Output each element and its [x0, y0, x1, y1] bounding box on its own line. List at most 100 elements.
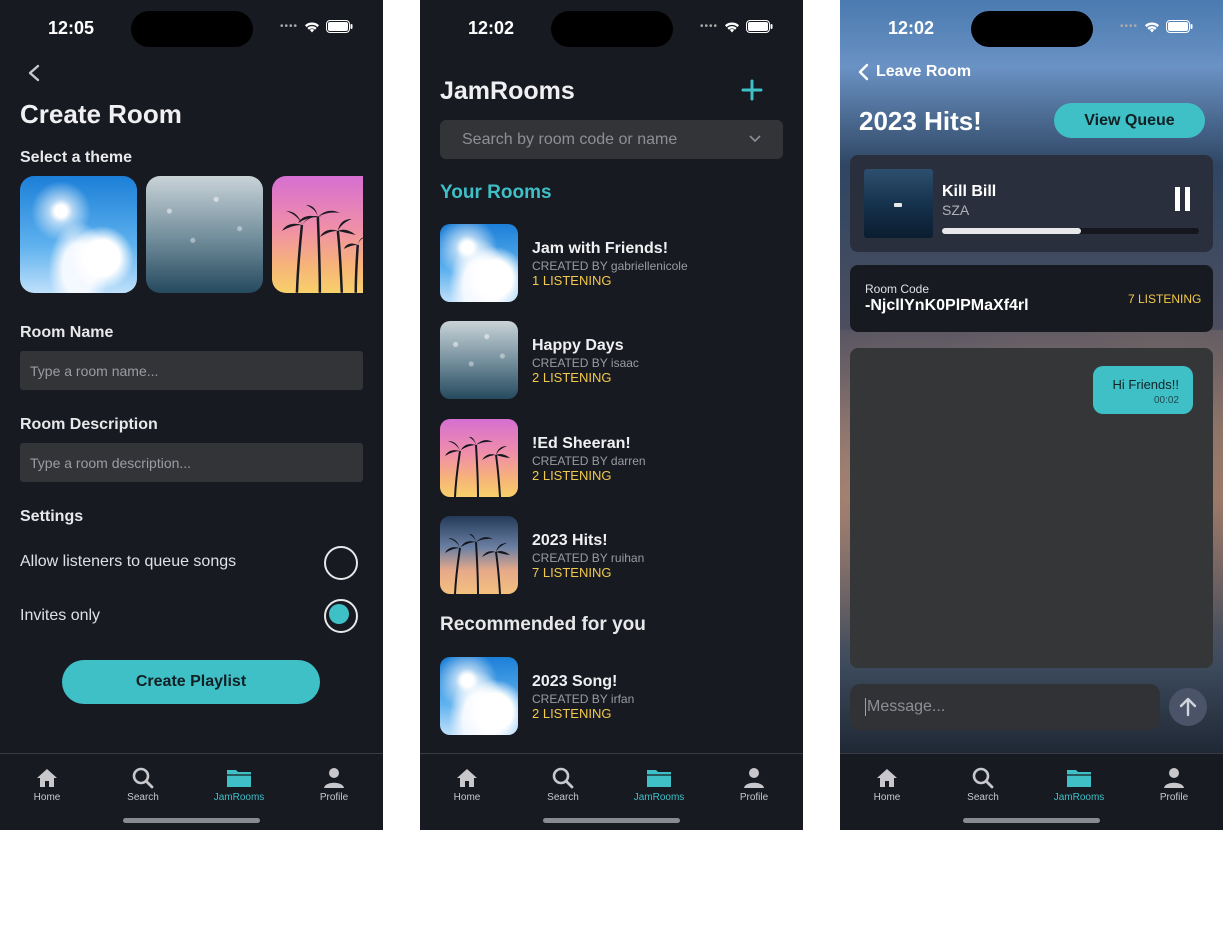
back-chevron-icon — [858, 63, 869, 81]
room-description-input[interactable]: Type a room description... — [20, 443, 363, 482]
leave-room-label: Leave Room — [876, 63, 972, 80]
invites-setting-toggle[interactable] — [324, 599, 358, 633]
tab-search[interactable]: Search — [108, 766, 178, 803]
search-icon — [108, 766, 178, 790]
status-icons: •••• — [1120, 20, 1193, 33]
room-name: 2023 Hits! — [532, 531, 608, 549]
dynamic-island — [971, 11, 1093, 47]
back-chevron-icon[interactable] — [27, 64, 41, 82]
room-listening-count: 1 LISTENING — [532, 273, 612, 288]
room-creator: CREATED BY isaac — [532, 356, 639, 371]
your-room-item[interactable]: Happy Days CREATED BY isaac 2 LISTENING — [440, 321, 770, 401]
battery-icon — [746, 20, 773, 33]
room-title: 2023 Hits! — [859, 106, 982, 136]
page-title: JamRooms — [440, 77, 575, 105]
progress-fill — [942, 228, 1081, 234]
room-listening-count: 2 LISTENING — [532, 706, 612, 721]
room-listening-count: 2 LISTENING — [532, 467, 612, 483]
leave-room-button[interactable]: Leave Room — [857, 63, 971, 81]
add-room-plus-icon[interactable] — [741, 79, 763, 101]
room-name-label: Room Name — [20, 324, 114, 341]
view-queue-button[interactable]: View Queue — [1054, 103, 1205, 138]
room-thumbnail — [440, 321, 518, 400]
tab-label: Home — [33, 792, 61, 803]
chat-panel: Hi Friends!! 00:02 — [850, 348, 1213, 668]
listening-count: 7 LISTENING — [1128, 292, 1202, 306]
page-title: Create Room — [20, 99, 182, 129]
recommended-room-item[interactable]: 2023 Song! CREATED BY irfan 2 LISTENING — [440, 657, 770, 737]
your-room-item[interactable]: Jam with Friends! CREATED BY gabriellenic… — [440, 224, 770, 304]
chevron-down-icon[interactable] — [749, 135, 761, 143]
tab-jamrooms[interactable]: JamRooms — [204, 766, 274, 803]
room-creator: CREATED BY gabriellenicole — [532, 259, 688, 273]
signal-icon: •••• — [699, 21, 718, 32]
room-thumbnail — [440, 515, 518, 594]
tab-profile[interactable]: Profile — [1139, 766, 1209, 803]
recommended-heading: Recommended for you — [440, 614, 646, 635]
dynamic-island — [131, 11, 253, 47]
pause-icon[interactable] — [1175, 187, 1191, 211]
tab-label: Home — [873, 792, 901, 803]
theme-option-sunset[interactable] — [272, 176, 363, 293]
tab-profile[interactable]: Profile — [299, 766, 369, 803]
now-playing-card: Kill Bill SZA — [850, 155, 1213, 252]
tab-label: Search — [967, 792, 999, 803]
track-title: Kill Bill — [942, 183, 997, 200]
tab-label: Search — [127, 792, 159, 803]
send-arrow-icon — [1179, 697, 1197, 717]
tab-home[interactable]: Home — [852, 766, 922, 803]
chat-message: Hi Friends!! 00:02 — [1093, 366, 1193, 414]
status-time: 12:02 — [468, 18, 515, 38]
tab-search[interactable]: Search — [948, 766, 1018, 803]
text-cursor — [865, 698, 866, 716]
wifi-icon — [1145, 21, 1159, 32]
tab-label: JamRooms — [1053, 792, 1105, 803]
profile-icon — [299, 766, 369, 790]
dynamic-island — [551, 11, 673, 47]
your-room-item[interactable]: !Ed Sheeran! CREATED BY darren 2 LISTENING — [440, 418, 770, 499]
send-button[interactable] — [1169, 688, 1207, 726]
theme-label: Select a theme — [20, 149, 133, 166]
profile-icon — [719, 766, 789, 790]
tab-profile[interactable]: Profile — [719, 766, 789, 803]
battery-icon — [1166, 20, 1193, 33]
home-icon — [432, 766, 502, 790]
room-thumbnail — [440, 657, 518, 735]
jamrooms-screen: 12:02 •••• JamRooms Search by room code … — [420, 0, 803, 830]
signal-icon: •••• — [279, 21, 298, 32]
your-room-item[interactable]: 2023 Hits! CREATED BY ruihan 7 LISTENING — [440, 515, 770, 596]
tab-search[interactable]: Search — [528, 766, 598, 803]
room-creator: CREATED BY irfan — [532, 692, 635, 706]
message-placeholder: Message... — [867, 698, 946, 715]
profile-icon — [1139, 766, 1209, 790]
theme-option-sky[interactable] — [20, 176, 137, 293]
status-time: 12:02 — [888, 18, 935, 38]
tab-label: Profile — [1159, 792, 1189, 803]
track-artist: SZA — [942, 202, 970, 218]
message-time: 00:02 — [1153, 395, 1179, 406]
room-search-input[interactable]: Search by room code or name — [440, 120, 783, 159]
theme-option-rain[interactable] — [146, 176, 263, 293]
room-description-label: Room Description — [20, 416, 158, 433]
tab-jamrooms[interactable]: JamRooms — [624, 766, 694, 803]
album-art — [864, 169, 933, 238]
message-input[interactable]: Message... — [850, 684, 1160, 730]
battery-icon — [326, 20, 353, 33]
status-bar: 12:02 •••• — [420, 0, 803, 56]
room-code-value: -NjcllYnK0PlPMaXf4rl — [865, 297, 1029, 314]
jamrooms-icon — [204, 766, 274, 790]
home-indicator — [123, 818, 260, 823]
tab-home[interactable]: Home — [12, 766, 82, 803]
create-playlist-button[interactable]: Create Playlist — [62, 660, 320, 704]
message-text: Hi Friends!! — [1112, 377, 1179, 392]
tab-jamrooms[interactable]: JamRooms — [1044, 766, 1114, 803]
tab-label: JamRooms — [633, 792, 685, 803]
tab-home[interactable]: Home — [432, 766, 502, 803]
room-name: Jam with Friends! — [532, 240, 669, 257]
progress-track[interactable] — [942, 228, 1199, 234]
room-name-input[interactable]: Type a room name... — [20, 351, 363, 390]
queue-setting-toggle[interactable] — [324, 546, 358, 580]
invites-setting-label: Invites only — [20, 607, 101, 624]
home-indicator — [543, 818, 680, 823]
room-creator: CREATED BY ruihan — [532, 550, 645, 565]
